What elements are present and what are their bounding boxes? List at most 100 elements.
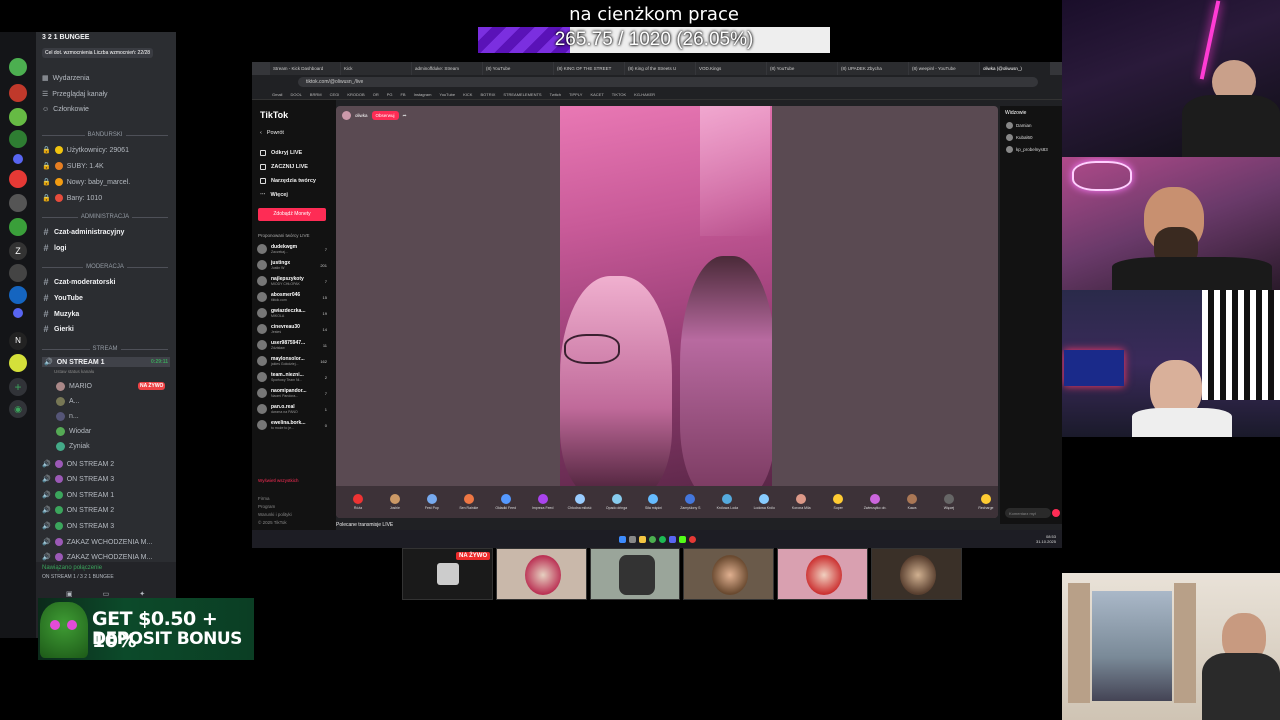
host-name[interactable]: oliwka	[355, 113, 368, 118]
activity-icon[interactable]: ✦	[139, 590, 145, 598]
casino-ad-banner[interactable]: GET $0.50 + 10% DEPOSIT BONUS	[38, 598, 254, 660]
bookmark[interactable]: OR	[373, 92, 379, 97]
server-name[interactable]: 3 2 1 BUNGEE	[42, 34, 89, 41]
obs-icon[interactable]	[688, 535, 696, 543]
share-icon[interactable]: ➦	[403, 113, 407, 119]
status-hint[interactable]: Ustaw status kanału	[54, 369, 94, 374]
gift-item[interactable]: Impreza Feed	[531, 494, 555, 510]
browser-tab[interactable]: (8) YouTube	[767, 62, 837, 75]
bookmark[interactable]: KICK	[463, 92, 472, 97]
suggested-creator[interactable]: naomipandor... Naomi Pandora... 7	[257, 387, 329, 399]
category-mod[interactable]: MODERACJA	[42, 264, 169, 270]
suggested-creator[interactable]: justingx Justin W 201	[257, 259, 329, 271]
browser-tab[interactable]: (8) King of the Streets U	[625, 62, 695, 75]
voice-user[interactable]: Zyniak	[56, 442, 90, 451]
gift-item[interactable]: Recharge	[974, 494, 998, 510]
server-icon[interactable]	[9, 354, 27, 372]
start-icon[interactable]	[618, 535, 626, 543]
category-admin[interactable]: ADMINISTRACJA	[42, 214, 168, 220]
kick-icon[interactable]	[678, 535, 686, 543]
server-icon[interactable]	[9, 218, 27, 236]
gift-item[interactable]: Róża	[346, 494, 370, 510]
bookmark[interactable]: BRRM	[310, 92, 322, 97]
bookmark[interactable]: KRODOB	[347, 92, 364, 97]
server-icon[interactable]	[9, 170, 27, 188]
camera-icon[interactable]: ▣	[66, 590, 73, 598]
suggested-creator[interactable]: team..niezni... Sportowy Team Ni... 2	[257, 371, 329, 383]
browser-tab[interactable]: adminoffduke: Stream	[412, 62, 482, 75]
browser-tab[interactable]: (8) UPADEK Zbycha	[838, 62, 908, 75]
add-server-icon[interactable]: +	[9, 378, 27, 396]
thumbnail[interactable]	[589, 548, 681, 600]
suggested-creator[interactable]: dudekwgm Zaczekaj... 7	[257, 243, 329, 255]
server-icon[interactable]	[9, 194, 27, 212]
voice-channel[interactable]: 🔊 ON STREAM 2	[42, 506, 114, 514]
url-field[interactable]: tiktok.com/@oliwusn_/live	[298, 77, 1038, 87]
browser-tab[interactable]: (8) weepinl - YouTube	[909, 62, 979, 75]
server-icon[interactable]	[9, 58, 27, 76]
gift-item[interactable]: Zamyślony S	[678, 494, 702, 510]
suggested-creator[interactable]: user9875947... Zdzisław 11	[257, 339, 329, 351]
members-item[interactable]: ☺ Członkowie	[42, 106, 89, 113]
browse-channels-item[interactable]: ☰ Przeglądaj kanały	[42, 90, 108, 99]
voice-channel[interactable]: 🔊 ZAKAZ WCHODZENIA M...	[42, 553, 152, 561]
channel-mod-chat[interactable]: # Czat-moderatorski	[42, 277, 115, 287]
bookmark[interactable]: Instagram	[414, 92, 432, 97]
gift-item[interactable]: Kawa	[900, 494, 924, 510]
footer-link[interactable]: Warunki i polityki	[258, 512, 292, 517]
footer-link[interactable]: Program	[258, 504, 275, 509]
bookmark[interactable]: Twitch	[550, 92, 561, 97]
gift-item[interactable]: Super	[826, 494, 850, 510]
gift-item[interactable]: Korona Mila	[789, 494, 813, 510]
thumbnail[interactable]	[777, 548, 869, 600]
viewer-item[interactable]: Damian	[1006, 122, 1032, 129]
suggested-creator[interactable]: cinevreau30 Jesteś 14	[257, 323, 329, 335]
explorer-icon[interactable]	[638, 535, 646, 543]
footer-link[interactable]: Firma	[258, 496, 270, 501]
bookmark[interactable]: BOTRIX	[480, 92, 495, 97]
nav-discover-live[interactable]: Odkryj LIVE	[260, 150, 302, 156]
folder-icon[interactable]	[13, 308, 23, 318]
voice-user[interactable]: A...	[56, 397, 80, 406]
bookmark[interactable]: STREAMELEMENTS	[503, 92, 541, 97]
browser-tab[interactable]: oliwka (@oliwusn_)	[980, 62, 1050, 75]
server-icon[interactable]	[9, 108, 27, 126]
browser-tab[interactable]: (8) KING OF THE STREET	[554, 62, 624, 75]
category-stream[interactable]: STREAM	[42, 346, 169, 352]
suggested-creator[interactable]: gwiazdeczka... MIKOLA 19	[257, 307, 329, 319]
suggested-creator[interactable]: ewelina.bork... to może to je... 0	[257, 419, 329, 431]
folder-icon[interactable]	[13, 154, 23, 164]
thumbnail[interactable]	[495, 548, 587, 600]
host-avatar[interactable]	[342, 111, 351, 120]
server-icon[interactable]	[9, 84, 27, 102]
connection-channel[interactable]: ON STREAM 1 / 3 2 1 BUNGEE	[42, 574, 114, 580]
nav-back[interactable]: ‹ Powrót	[260, 130, 284, 136]
suggested-creator[interactable]: najlepszykoty MIODY CHŁOPAK 7	[257, 275, 329, 287]
gift-item[interactable]: Chłodna miłość	[568, 494, 592, 510]
spotify-icon[interactable]	[658, 535, 666, 543]
category-bandurski[interactable]: BANDURSKI	[42, 132, 169, 138]
bookmark[interactable]: KACET	[590, 92, 603, 97]
chrome-icon[interactable]	[648, 535, 656, 543]
channel-logs[interactable]: # logi	[42, 243, 66, 253]
gift-item[interactable]: Zwierzątko ob.	[863, 494, 887, 510]
bookmark[interactable]: TIKTOK	[612, 92, 626, 97]
thumbnail[interactable]	[871, 548, 962, 600]
gift-item[interactable]: Joshie	[383, 494, 407, 510]
browser-tab[interactable]: Stream - Kick Dashboard	[270, 62, 340, 75]
bookmark[interactable]: TIPPLY	[569, 92, 583, 97]
voice-channel[interactable]: 🔊 ON STREAM 2	[42, 460, 114, 468]
screen-share-icon[interactable]: ▭	[103, 590, 110, 598]
suggested-creator[interactable]: maylonsolor... jakieś Gołodziej... 162	[257, 355, 329, 367]
bookmark[interactable]: PG	[387, 92, 393, 97]
boost-goal[interactable]: Cel dot. wzmocnienia Liczba wzmocnień: 2…	[42, 48, 154, 58]
bookmark[interactable]: FB	[400, 92, 405, 97]
server-icon[interactable]	[9, 264, 27, 282]
bookmark[interactable]: DOOL	[290, 92, 301, 97]
voice-channel-active[interactable]: 🔊 ON STREAM 1 0:29:11	[42, 357, 170, 367]
gift-item[interactable]: Więcej	[937, 494, 961, 510]
voice-user[interactable]: MARIO	[56, 382, 92, 391]
channel-admin-chat[interactable]: # Czat-administracyjny	[42, 227, 124, 237]
thumbnail[interactable]	[683, 548, 775, 600]
voice-channel[interactable]: 🔊 ON STREAM 3	[42, 475, 114, 483]
